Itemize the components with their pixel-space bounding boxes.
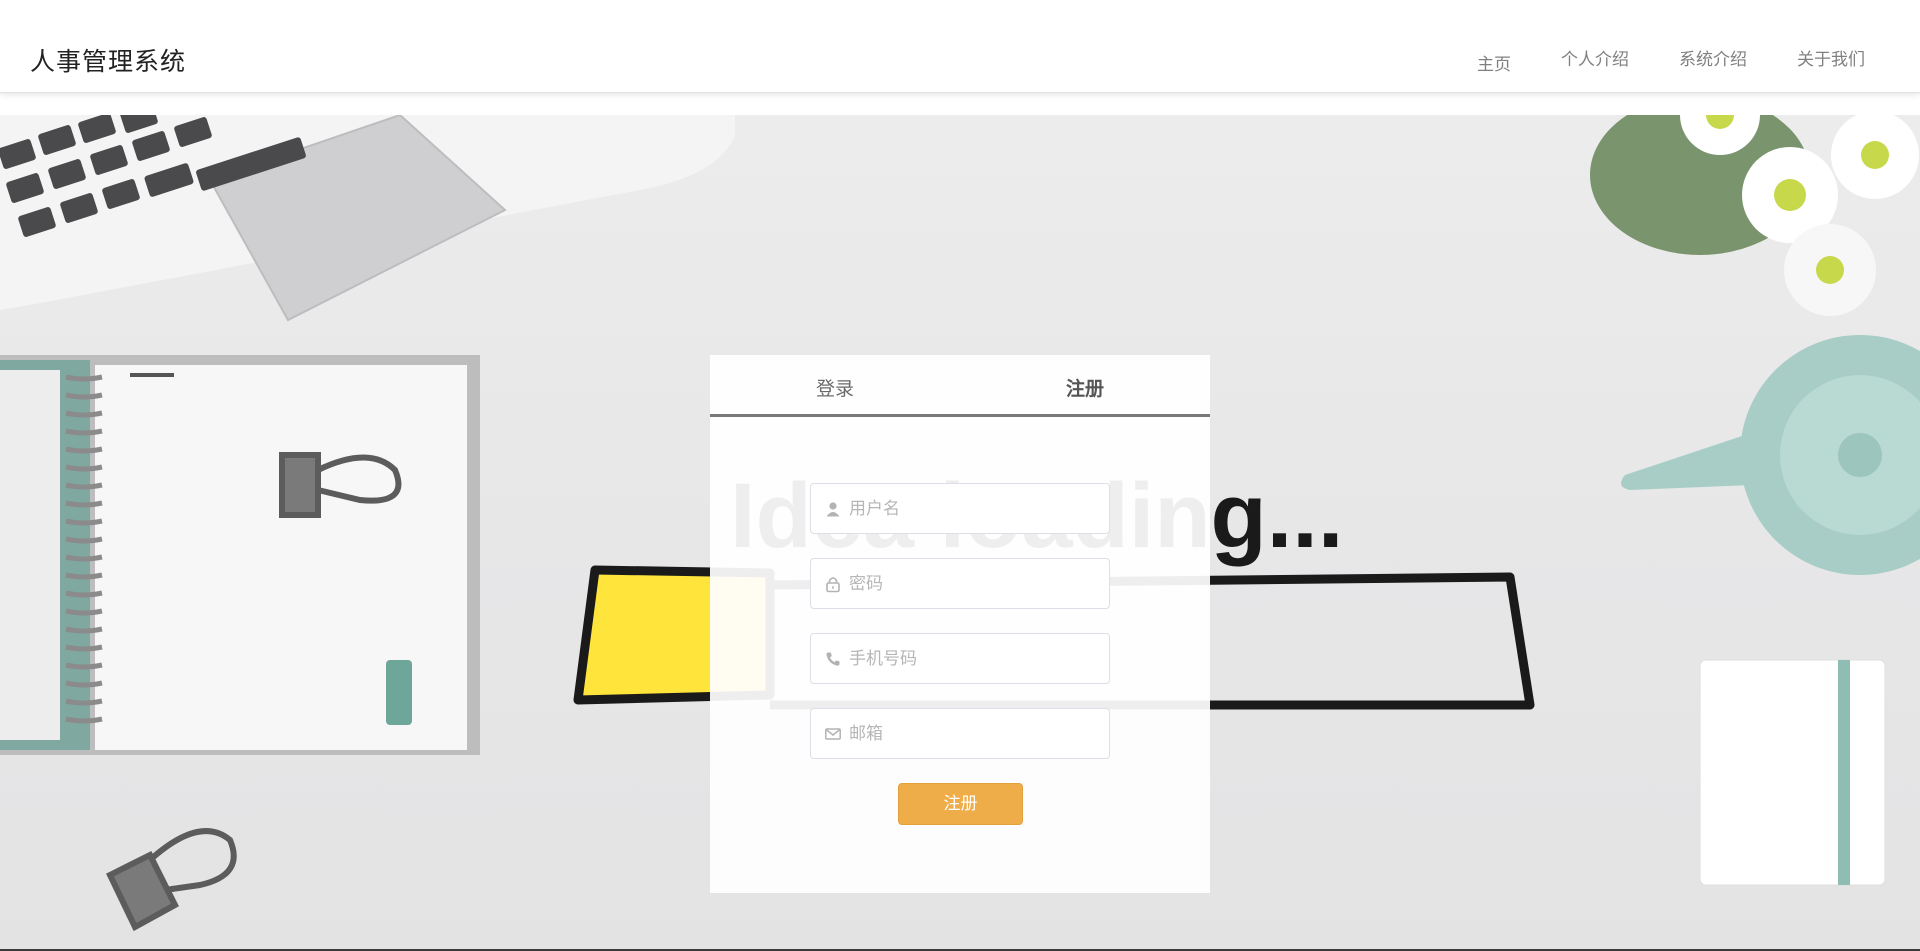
username-field	[810, 483, 1110, 534]
nav-about-us[interactable]: 关于我们	[1797, 45, 1865, 75]
phone-icon	[826, 652, 840, 666]
nav-system-intro[interactable]: 系统介绍	[1679, 45, 1747, 75]
dotted-notebook-illustration	[1699, 659, 1886, 886]
hero-background: Idea loading... 登录 注册	[0, 115, 1920, 951]
phone-input[interactable]	[849, 634, 1099, 683]
mail-icon	[825, 728, 841, 740]
top-header: 人事管理系统 主页 个人介绍 系统介绍 关于我们	[0, 0, 1920, 93]
register-button[interactable]: 注册	[898, 783, 1023, 825]
teapot-illustration	[1621, 335, 1920, 575]
register-form: 注册	[810, 483, 1110, 825]
password-field	[810, 558, 1110, 609]
auth-tabs: 登录 注册	[710, 355, 1210, 417]
tab-login[interactable]: 登录	[710, 355, 960, 414]
app-title: 人事管理系统	[30, 47, 187, 76]
user-icon	[826, 502, 840, 517]
username-input[interactable]	[849, 484, 1099, 533]
phone-field	[810, 633, 1110, 684]
tab-register[interactable]: 注册	[960, 355, 1210, 414]
password-input[interactable]	[849, 559, 1099, 608]
nav-profile[interactable]: 个人介绍	[1561, 45, 1629, 75]
flowers-illustration	[1590, 115, 1919, 316]
register-panel: 登录 注册 用户名 手机号码 邮箱 注册	[710, 355, 1210, 893]
email-field	[810, 708, 1110, 759]
nav-home[interactable]: 主页	[1477, 50, 1511, 75]
top-nav: 主页 个人介绍 系统介绍 关于我们	[1477, 45, 1865, 75]
email-input[interactable]	[849, 709, 1099, 758]
lock-icon	[826, 577, 840, 593]
notebook-illustration	[0, 355, 480, 755]
laptop-illustration	[0, 115, 735, 322]
